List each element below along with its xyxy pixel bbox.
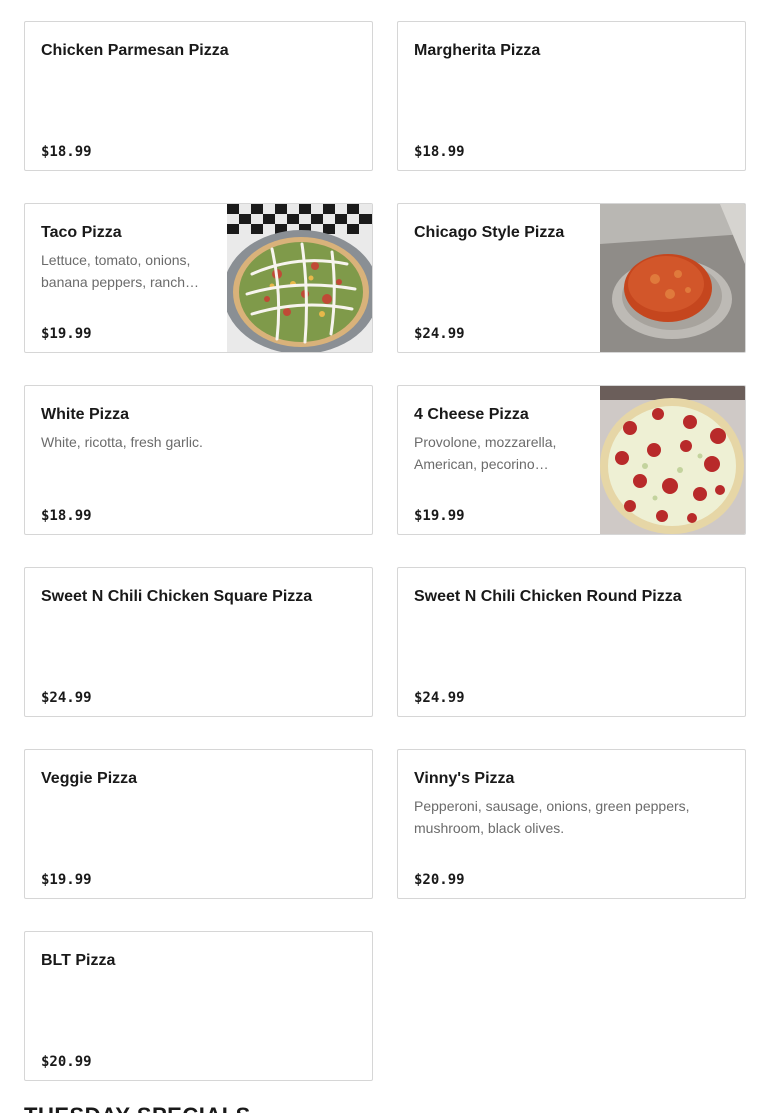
menu-item-card[interactable]: Sweet N Chili Chicken Round Pizza $24.99	[397, 567, 746, 717]
menu-item-price: $19.99	[414, 508, 465, 524]
menu-item-name: Sweet N Chili Chicken Round Pizza	[414, 588, 682, 605]
menu-item-card[interactable]: Vinny's Pizza Pepperoni, sausage, onions…	[397, 749, 746, 899]
menu-item-card[interactable]: 4 Cheese Pizza Provolone, mozzarella, Am…	[397, 385, 746, 535]
menu-item-description: Pepperoni, sausage, onions, green pepper…	[414, 798, 690, 836]
menu-item-card[interactable]: Margherita Pizza $18.99	[397, 21, 746, 171]
menu-item-card[interactable]: White Pizza White, ricotta, fresh garlic…	[24, 385, 373, 535]
menu-item-name: BLT Pizza	[41, 952, 116, 969]
menu-item-name: Taco Pizza	[41, 224, 122, 241]
menu-item-price: $24.99	[41, 690, 92, 706]
menu-item-name: Vinny's Pizza	[414, 770, 515, 787]
menu-item-card[interactable]: Sweet N Chili Chicken Square Pizza $24.9…	[24, 567, 373, 717]
taco-pizza-photo	[227, 204, 372, 352]
menu-item-card[interactable]: Chicken Parmesan Pizza $18.99	[24, 21, 373, 171]
menu-item-price: $18.99	[414, 144, 465, 160]
section-title: TUESDAY SPECIALS	[24, 1103, 251, 1113]
chicago-pizza-photo	[600, 204, 745, 352]
menu-item-name: Chicken Parmesan Pizza	[41, 42, 229, 59]
menu-item-card[interactable]: Chicago Style Pizza $24.99	[397, 203, 746, 353]
menu-item-card[interactable]: Veggie Pizza $19.99	[24, 749, 373, 899]
menu-item-price: $20.99	[414, 872, 465, 888]
menu-item-price: $20.99	[41, 1054, 92, 1070]
menu-item-description: Provolone, mozzarella, American, pecorin…	[414, 434, 557, 472]
menu-items-grid: Chicken Parmesan Pizza $18.99 Margherita…	[24, 21, 746, 1081]
menu-item-name: Chicago Style Pizza	[414, 224, 565, 241]
menu-item-price: $19.99	[41, 872, 92, 888]
menu-item-card[interactable]: BLT Pizza $20.99	[24, 931, 373, 1081]
menu-item-card[interactable]: Taco Pizza Lettuce, tomato, onions, bana…	[24, 203, 373, 353]
menu-item-name: Margherita Pizza	[414, 42, 541, 59]
menu-item-name: Sweet N Chili Chicken Square Pizza	[41, 588, 313, 605]
menu-item-name: 4 Cheese Pizza	[414, 406, 529, 423]
menu-item-description: Lettuce, tomato, onions, banana peppers,…	[41, 252, 199, 290]
menu-item-name: White Pizza	[41, 406, 130, 423]
menu-item-price: $19.99	[41, 326, 92, 342]
menu-item-price: $18.99	[41, 508, 92, 524]
menu-item-description: White, ricotta, fresh garlic.	[41, 434, 203, 450]
menu-item-price: $24.99	[414, 326, 465, 342]
four-cheese-pizza-photo	[600, 386, 745, 534]
menu-item-price: $24.99	[414, 690, 465, 706]
menu-item-name: Veggie Pizza	[41, 770, 138, 787]
menu-item-price: $18.99	[41, 144, 92, 160]
